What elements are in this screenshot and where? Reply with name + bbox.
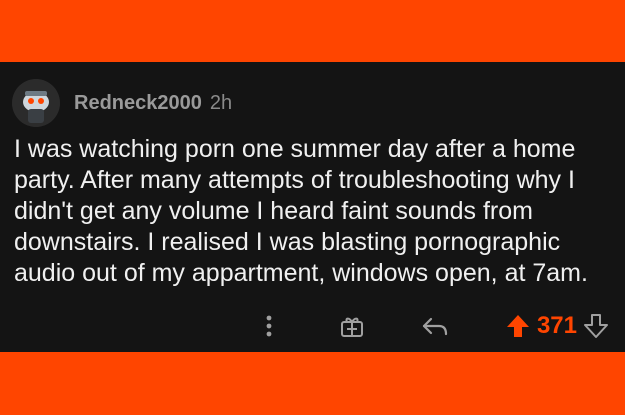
- more-options-icon[interactable]: [259, 315, 279, 337]
- comment-body: I was watching porn one summer day after…: [14, 135, 588, 287]
- username[interactable]: Redneck2000: [74, 92, 202, 115]
- comment-header: Redneck2000 2h: [12, 78, 232, 128]
- user-avatar-icon: [12, 79, 60, 127]
- vote-score: 371: [536, 312, 577, 339]
- downvote-icon[interactable]: [583, 313, 609, 339]
- comment-age: 2h: [209, 91, 233, 114]
- award-icon[interactable]: [339, 313, 365, 339]
- upvote-icon[interactable]: [505, 313, 531, 339]
- avatar[interactable]: [12, 79, 60, 127]
- comment-actions: 371: [259, 310, 609, 342]
- reply-icon[interactable]: [421, 315, 449, 337]
- comment-card: Redneck2000 2h I was watching porn one s…: [0, 62, 625, 352]
